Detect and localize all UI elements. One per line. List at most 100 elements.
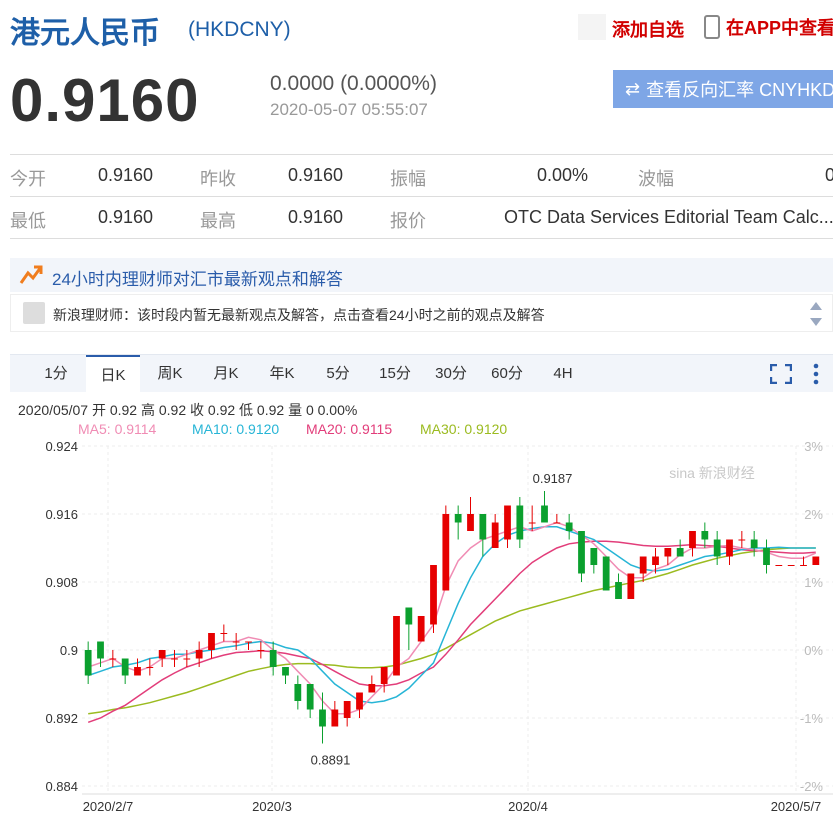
candle <box>615 573 622 599</box>
stat-value: 0.00% <box>537 165 589 185</box>
tab-60min[interactable]: 60分 <box>480 355 534 393</box>
candle-body <box>726 539 733 557</box>
chart-grid <box>82 445 833 794</box>
candle <box>257 641 265 659</box>
stat-label: 最高 <box>200 211 236 231</box>
advisor-news-item[interactable]: 新浪理财师：该时段内暂无最新观点及解答，点击查看24小时之前的观点及解答 <box>10 294 833 332</box>
tab-15min[interactable]: 15分 <box>368 355 422 393</box>
candle <box>208 633 215 659</box>
candle <box>590 548 598 574</box>
scroll-arrows-icon[interactable] <box>809 301 823 327</box>
add-watch-button[interactable]: 添加自选 <box>612 16 684 42</box>
candle <box>121 658 129 684</box>
candle <box>676 539 684 557</box>
tab-yearly[interactable]: 年K <box>256 355 308 393</box>
candle <box>319 692 326 744</box>
reverse-rate-button[interactable]: ⇄ 查看反向汇率 CNYHKD <box>613 70 833 108</box>
candle-body <box>812 556 820 565</box>
candle-body <box>380 667 388 684</box>
candle <box>84 641 92 684</box>
tab-4h[interactable]: 4H <box>536 355 590 393</box>
stats-row-2: 最低 0.9160 最高 0.9160 报价 OTC Data Services… <box>10 196 833 236</box>
candle-body <box>183 658 191 660</box>
stat-value: 0.9160 <box>288 165 344 185</box>
stat-value: 0.9160 <box>288 207 344 227</box>
stat-value: 0.9160 <box>98 207 154 227</box>
fullscreen-icon[interactable] <box>770 364 792 384</box>
pct-tick-label: 3% <box>804 439 823 454</box>
candle <box>689 531 696 557</box>
tab-weekly[interactable]: 周K <box>144 355 196 393</box>
tab-1min[interactable]: 1分 <box>30 355 82 393</box>
candle <box>652 548 659 574</box>
candle-body <box>701 531 709 540</box>
candle <box>491 514 499 548</box>
stat-value: OTC Data Services Editorial Team Calc... <box>504 207 833 227</box>
candle-body <box>590 548 598 565</box>
y-tick-label: 0.9 <box>60 643 78 658</box>
candle <box>368 675 376 693</box>
candle <box>602 556 610 591</box>
candle <box>787 565 795 566</box>
candle <box>158 650 166 667</box>
candle-body <box>553 522 561 524</box>
tab-5min[interactable]: 5分 <box>312 355 364 393</box>
sina-watermark: sina 新浪财经 <box>669 465 755 481</box>
candle <box>282 667 289 684</box>
candle-body <box>713 539 721 557</box>
candle-body <box>541 505 548 523</box>
candle <box>812 556 820 565</box>
candle <box>479 514 487 557</box>
trend-icon <box>19 265 43 284</box>
candle <box>738 531 746 548</box>
candle-body <box>356 692 363 710</box>
candlestick-chart[interactable]: 0.924 0.916 0.908 0.9 0.892 0.884 3% 2% 1% 0% -1% -… <box>0 436 833 815</box>
candle-body <box>565 522 573 531</box>
candle-body <box>491 522 499 548</box>
quote-time: 2020-05-07 05:55:07 <box>270 100 428 119</box>
candle-body <box>257 650 265 651</box>
candle <box>454 505 462 540</box>
candle-body <box>208 633 215 650</box>
ma5-legend: MA5: 0.9114 <box>78 421 157 437</box>
candle <box>578 531 585 582</box>
advisor-news-header[interactable]: 24小时内理财师对汇市最新观点和解答 <box>10 258 833 292</box>
tab-monthly[interactable]: 月K <box>200 355 252 393</box>
extreme-label: 0.9187 <box>533 471 573 486</box>
x-tick-label: 2020/4 <box>508 799 548 814</box>
candle <box>356 692 363 718</box>
tab-daily[interactable]: 日K <box>86 355 140 393</box>
candle <box>417 616 425 642</box>
candle-body <box>343 701 351 718</box>
more-menu-icon[interactable] <box>812 363 820 385</box>
candle <box>109 650 117 667</box>
candle-body <box>750 539 758 548</box>
extreme-label: 0.8891 <box>311 753 351 768</box>
candle <box>134 658 141 676</box>
candle-body <box>319 709 326 727</box>
divider <box>10 238 833 239</box>
candle-body <box>368 684 376 693</box>
candle-body <box>393 616 400 676</box>
tab-30min[interactable]: 30分 <box>424 355 478 393</box>
candle-body <box>504 505 511 540</box>
x-tick-label: 2020/3 <box>252 799 292 814</box>
candle-body <box>269 650 277 667</box>
stats-row-1: 今开 0.9160 昨收 0.9160 振幅 0.00% 波幅 0 <box>10 154 833 194</box>
candle-body <box>121 658 129 676</box>
add-watch-box <box>578 14 606 40</box>
current-price: 0.9160 <box>10 67 200 134</box>
pct-tick-label: 1% <box>804 575 823 590</box>
y-tick-label: 0.908 <box>45 575 78 590</box>
candle-body <box>652 556 659 565</box>
y-tick-label: 0.916 <box>45 507 78 522</box>
candle <box>627 573 635 599</box>
pct-tick-label: 2% <box>804 507 823 522</box>
annotations: 0.9187 0.8891 <box>311 471 573 768</box>
y-tick-label: 0.892 <box>45 711 78 726</box>
candle <box>220 624 228 642</box>
candle-body <box>430 565 437 625</box>
app-view-button[interactable]: 在APP中查看 <box>704 14 833 40</box>
candle-body <box>220 633 228 634</box>
candle <box>343 701 351 727</box>
